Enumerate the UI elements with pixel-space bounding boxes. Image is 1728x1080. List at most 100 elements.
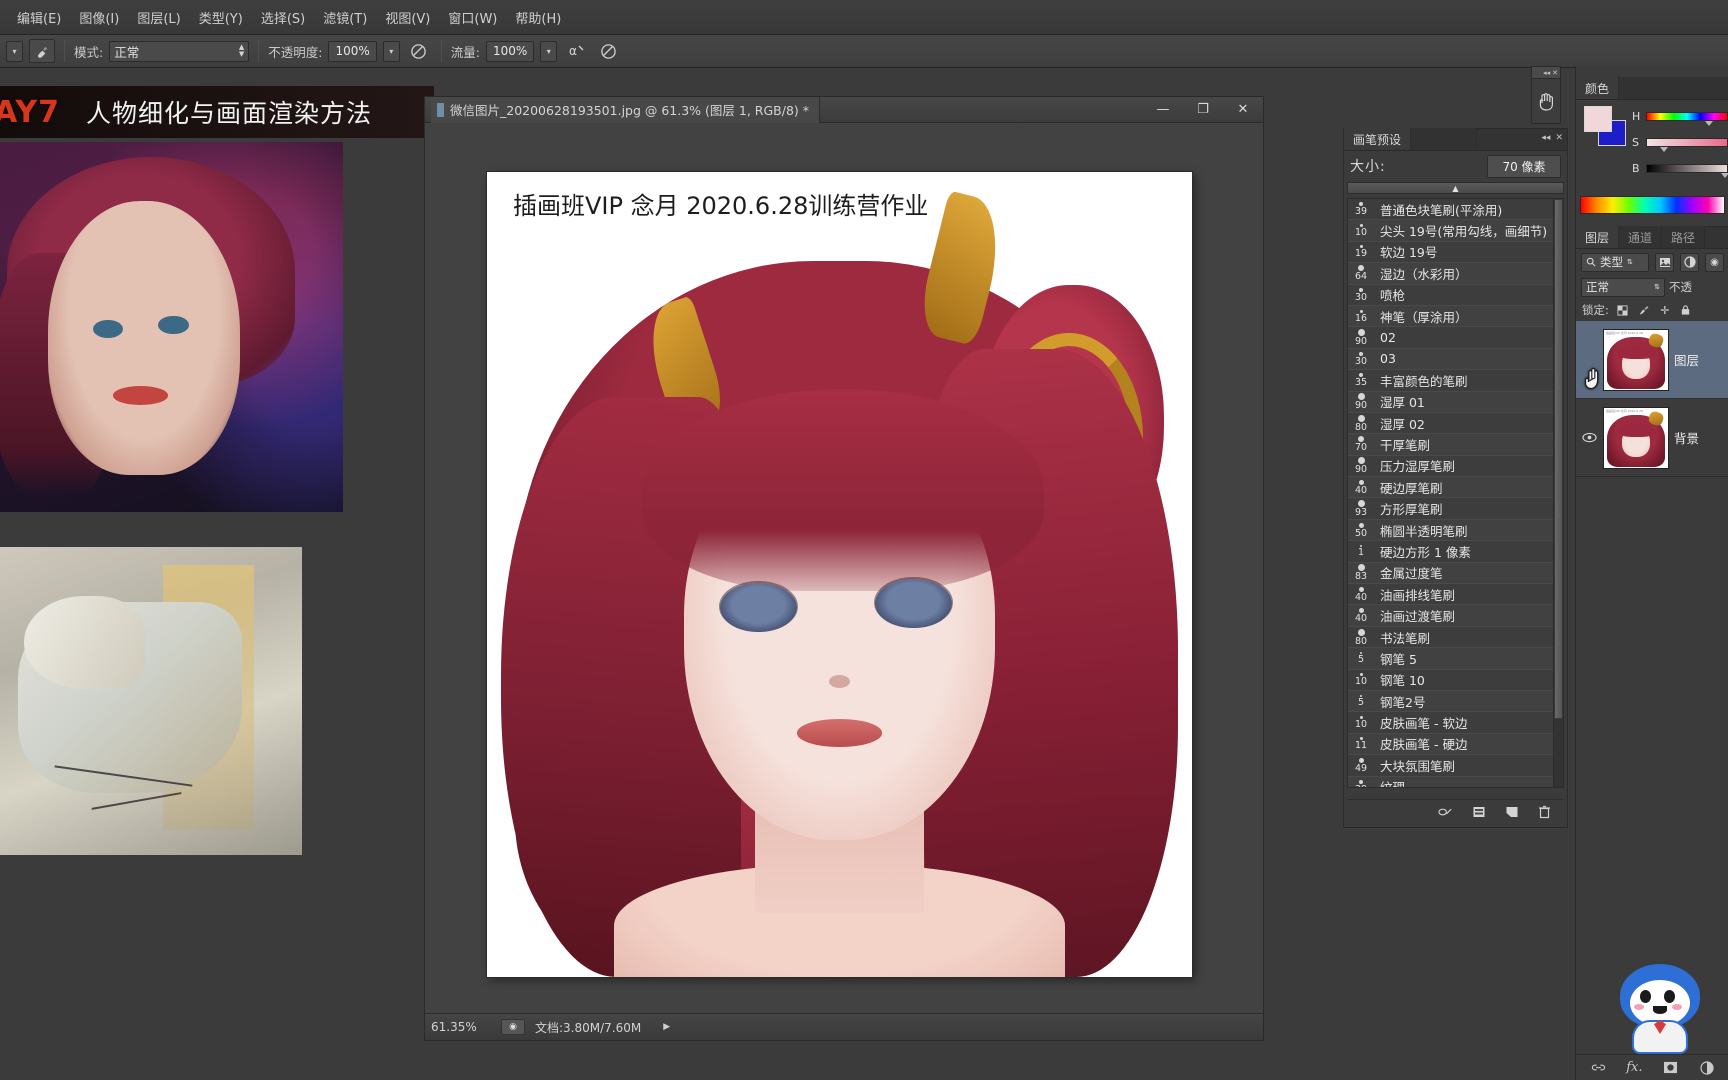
status-menu-arrow[interactable]: ▶ <box>663 1022 670 1032</box>
layer-mask-icon[interactable] <box>1662 1059 1680 1077</box>
brush-preset-row[interactable]: 40 硬边厚笔刷 <box>1348 477 1554 499</box>
brush-list-scroll-up[interactable]: ▲ <box>1347 182 1564 194</box>
tab-channels[interactable]: 通道 <box>1619 226 1663 248</box>
layer-filter-type-select[interactable]: 类型 ⇅ <box>1581 252 1649 272</box>
new-preset-icon[interactable] <box>1503 803 1520 820</box>
menu-item-image[interactable]: 图像(I) <box>70 4 128 31</box>
brightness-slider[interactable] <box>1646 164 1728 178</box>
brush-preset-row[interactable]: 19 软边 19号 <box>1348 241 1554 264</box>
lock-all-icon[interactable] <box>1679 303 1693 317</box>
brush-preset-row[interactable]: 16 神笔（厚涂用） <box>1348 305 1554 328</box>
layer-row-1[interactable]: 插画班VIP 念月 2020.6.28 图层 <box>1576 321 1728 399</box>
minimize-button[interactable]: — <box>1143 97 1183 123</box>
scrollbar-thumb[interactable] <box>1554 199 1563 719</box>
layer-thumbnail[interactable]: 插画班VIP 念月 2020.6.28 <box>1603 328 1669 391</box>
filter-adjustment-layers-icon[interactable] <box>1680 252 1699 272</box>
pressure-size-icon[interactable] <box>595 39 621 63</box>
brush-preset-picker-arrow[interactable]: ▾ <box>6 40 23 62</box>
airbrush-icon[interactable]: α <box>563 39 589 63</box>
layer-row-2[interactable]: 插画班VIP 念月 2020.6.28 背景 <box>1576 399 1728 477</box>
delete-preset-icon[interactable] <box>1536 803 1553 820</box>
layer-thumbnail[interactable]: 插画班VIP 念月 2020.6.28 <box>1603 406 1669 469</box>
menu-item-select[interactable]: 选择(S) <box>252 4 314 31</box>
hand-tool-icon[interactable] <box>1532 79 1560 123</box>
hue-slider[interactable] <box>1646 112 1728 126</box>
saturation-slider[interactable] <box>1646 138 1728 152</box>
brush-preset-icon[interactable] <box>29 39 55 63</box>
lock-paint-icon[interactable] <box>1637 303 1651 317</box>
menu-item-filter[interactable]: 滤镜(T) <box>314 4 376 31</box>
brush-preset-row[interactable]: 10 皮肤画笔 - 软边 <box>1348 712 1554 734</box>
brush-preset-row[interactable]: 83 金属过度笔 <box>1348 562 1554 585</box>
menu-item-window[interactable]: 窗口(W) <box>439 4 506 31</box>
flow-input[interactable]: 100% <box>485 40 535 62</box>
brush-list-scrollbar[interactable] <box>1553 198 1564 788</box>
close-icon[interactable]: ✕ <box>1552 69 1558 77</box>
layer-name-1[interactable]: 图层 <box>1674 350 1699 369</box>
menu-item-view[interactable]: 视图(V) <box>376 4 439 31</box>
brush-preset-row[interactable]: 40 油画排线笔刷 <box>1348 584 1554 606</box>
color-swatches[interactable] <box>1584 106 1628 146</box>
brush-preset-row[interactable]: 70 干厚笔刷 <box>1348 434 1554 456</box>
brush-preset-row[interactable]: 5 钢笔2号 <box>1348 690 1554 713</box>
brush-preset-row[interactable]: 39 纹理 <box>1348 776 1554 787</box>
brush-preset-row[interactable]: 90 湿厚 01 <box>1348 391 1554 413</box>
layer-blend-mode-select[interactable]: 正常 ⇅ <box>1581 277 1665 297</box>
brush-preset-row[interactable]: 49 大块氛围笔刷 <box>1348 755 1554 777</box>
brush-preset-row[interactable]: 10 尖头 19号(常用勾线，画细节) <box>1348 220 1554 242</box>
brush-size-input[interactable]: 70 像素 <box>1487 154 1561 178</box>
canvas-area[interactable]: 插画班VIP 念月 2020.6.28训练营作业 <box>425 123 1263 1013</box>
brush-preset-row[interactable]: 1 硬边方形 1 像素 <box>1348 541 1554 563</box>
collapse-icon[interactable]: ◂◂ <box>1543 69 1550 77</box>
lock-position-icon[interactable]: ✛ <box>1658 303 1672 317</box>
foreground-color-swatch[interactable] <box>1584 106 1612 132</box>
brush-preset-row[interactable]: 90 02 <box>1348 327 1554 349</box>
brush-preset-row[interactable]: 5 钢笔 5 <box>1348 648 1554 670</box>
brush-preset-row[interactable]: 35 丰富颜色的笔刷 <box>1348 370 1554 392</box>
menu-item-layer[interactable]: 图层(L) <box>128 4 189 31</box>
brush-toggle-icon[interactable] <box>1437 803 1454 820</box>
tab-layers[interactable]: 图层 <box>1576 226 1620 248</box>
brush-preset-row[interactable]: 64 湿边（水彩用） <box>1348 263 1554 285</box>
tab-paths[interactable]: 路径 <box>1662 226 1706 248</box>
close-icon[interactable]: ✕ <box>1555 133 1563 143</box>
opacity-input[interactable]: 100% <box>328 40 377 62</box>
brush-preset-row[interactable]: 10 钢笔 10 <box>1348 669 1554 691</box>
filter-pixel-layers-icon[interactable] <box>1655 252 1674 272</box>
brush-preset-row[interactable]: 80 书法笔刷 <box>1348 626 1554 649</box>
brush-preset-row[interactable]: 11 皮肤画笔 - 硬边 <box>1348 733 1554 756</box>
fx-icon[interactable]: fx. <box>1625 1059 1643 1077</box>
brush-preset-row[interactable]: 93 方形厚笔刷 <box>1348 498 1554 520</box>
slider-knob[interactable] <box>1659 147 1668 152</box>
flow-dropdown-arrow[interactable]: ▾ <box>540 40 558 62</box>
menu-item-edit[interactable]: 编辑(E) <box>8 4 70 31</box>
brush-preset-row[interactable]: 30 03 <box>1348 348 1554 371</box>
slider-knob[interactable] <box>1720 173 1728 178</box>
document-tab[interactable]: 微信图片_20200628193501.jpg @ 61.3% (图层 1, R… <box>431 96 820 123</box>
pressure-opacity-icon[interactable] <box>406 39 432 63</box>
maximize-button[interactable]: ❐ <box>1183 97 1223 123</box>
tab-color[interactable]: 颜色 <box>1576 77 1620 99</box>
artwork-canvas[interactable]: 插画班VIP 念月 2020.6.28训练营作业 <box>487 172 1192 977</box>
brush-preset-row[interactable]: 90 压力湿厚笔刷 <box>1348 455 1554 478</box>
new-preset-group-icon[interactable] <box>1470 803 1487 820</box>
color-ramp[interactable] <box>1580 196 1725 214</box>
brush-preset-row[interactable]: 50 椭圆半透明笔刷 <box>1348 519 1554 542</box>
menu-item-type[interactable]: 类型(Y) <box>190 4 252 31</box>
filter-toggle-icon[interactable]: ◉ <box>1705 252 1724 272</box>
layer-visibility-toggle[interactable] <box>1580 351 1598 369</box>
brush-preset-row[interactable]: 39 普通色块笔刷(平涂用) <box>1348 199 1554 221</box>
close-button[interactable]: ✕ <box>1223 97 1263 123</box>
layer-name-2[interactable]: 背景 <box>1674 428 1699 447</box>
tab-blank[interactable] <box>1411 128 1478 150</box>
brush-preset-row[interactable]: 80 湿厚 02 <box>1348 412 1554 435</box>
link-layers-icon[interactable] <box>1589 1059 1607 1077</box>
opacity-dropdown-arrow[interactable]: ▾ <box>382 40 400 62</box>
brush-preset-row[interactable]: 30 喷枪 <box>1348 284 1554 306</box>
brush-preset-row[interactable]: 40 油画过渡笔刷 <box>1348 605 1554 627</box>
brush-preset-list[interactable]: 39 普通色块笔刷(平涂用) 10 尖头 19号(常用勾线，画细节) 19 软边 19号 6… <box>1347 198 1555 788</box>
adjustment-layer-icon[interactable] <box>1698 1059 1716 1077</box>
blend-mode-select[interactable]: 正常 ▲ ▼ <box>109 40 250 62</box>
slider-knob[interactable] <box>1704 121 1713 126</box>
lock-transparency-icon[interactable] <box>1616 303 1630 317</box>
